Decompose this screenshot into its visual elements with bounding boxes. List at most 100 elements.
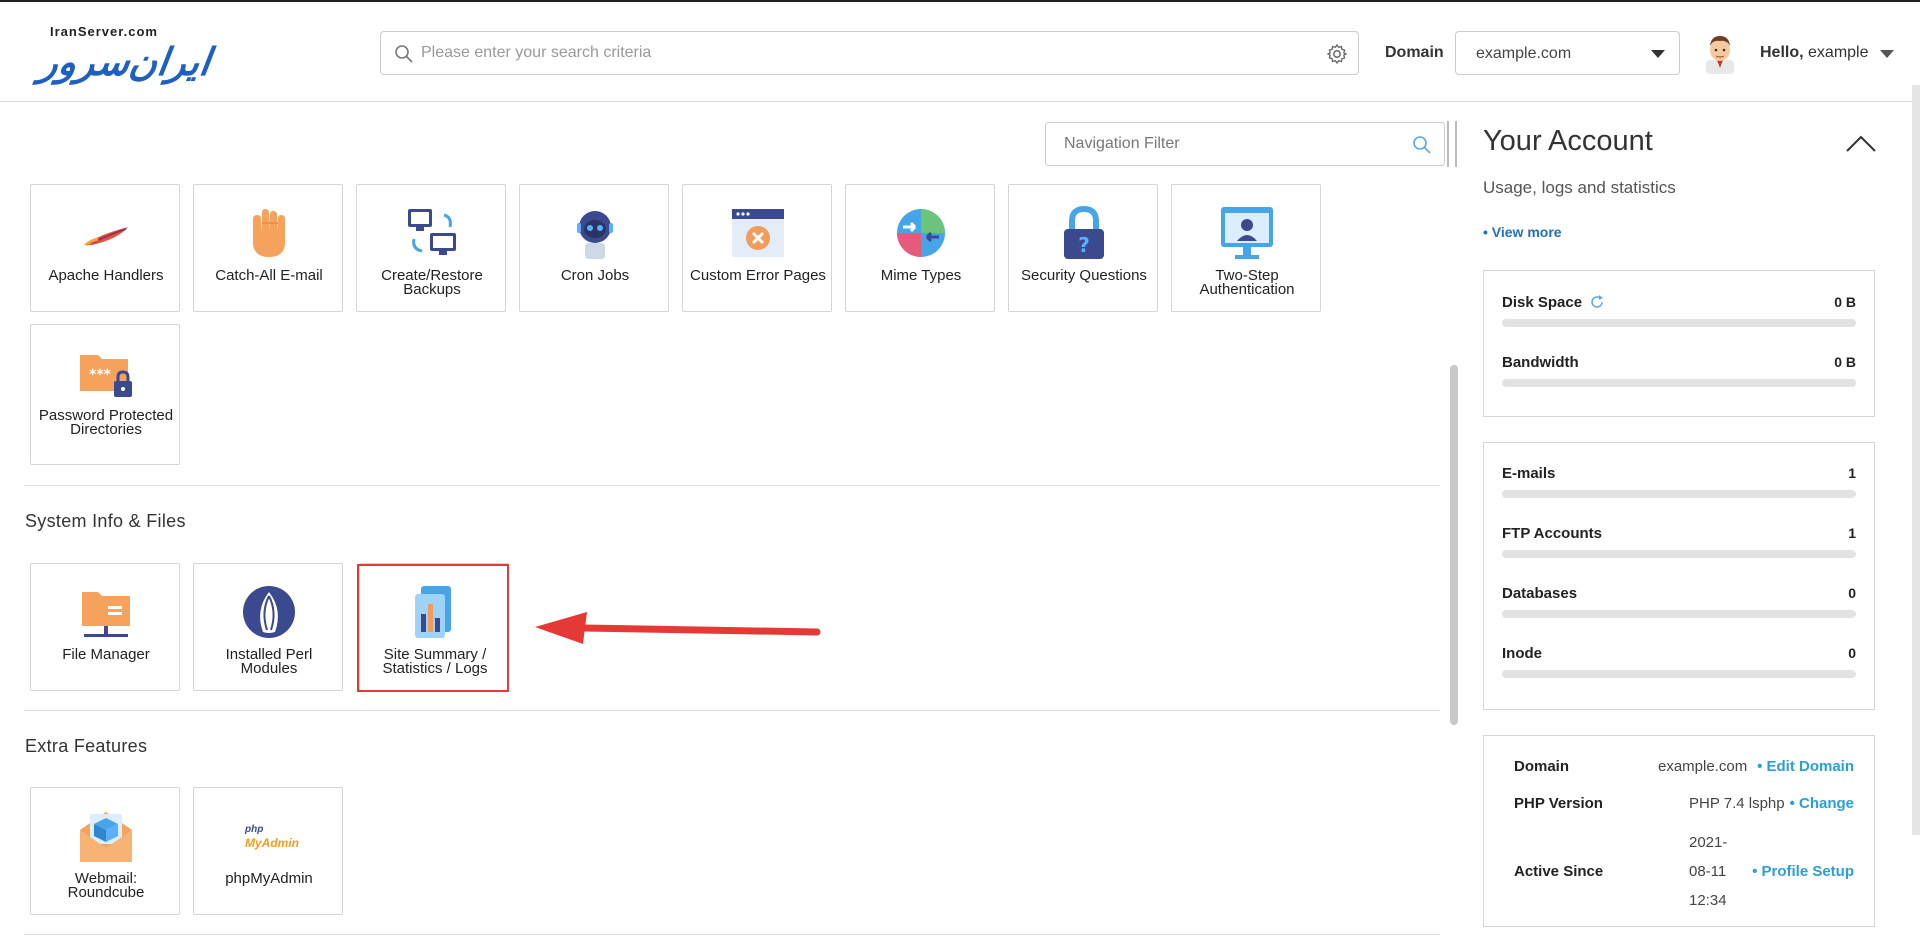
svg-text:***: *** <box>89 367 112 383</box>
main-scrollbar-thumb[interactable] <box>1450 365 1458 725</box>
tile-custom-error-pages[interactable]: Custom Error Pages <box>682 184 832 312</box>
search-input[interactable] <box>421 32 1301 74</box>
tile-label: Apache Handlers <box>48 267 164 284</box>
tile-label: Custom Error Pages <box>690 267 826 284</box>
stat-emails: E-mails 1 <box>1502 465 1856 515</box>
info-key: PHP Version <box>1514 795 1603 812</box>
tile-phpmyadmin[interactable]: php MyAdmin phpMyAdmin <box>193 787 343 915</box>
change-php-link[interactable]: • Change <box>1790 795 1854 812</box>
refresh-icon[interactable] <box>1590 295 1604 309</box>
tile-password-protected-directories[interactable]: *** Password Protected Directories <box>30 324 180 465</box>
hello-prefix: Hello, <box>1760 44 1804 61</box>
stat-value: 0 B <box>1834 354 1856 370</box>
tile-catch-all-email[interactable]: Catch-All E-mail <box>193 184 343 312</box>
navigation-filter-input[interactable] <box>1064 123 1394 165</box>
tile-security-questions[interactable]: ? Security Questions <box>1008 184 1158 312</box>
tile-label: Create/Restore Backups <box>381 267 483 298</box>
tile-two-step-authentication[interactable]: Two-Step Authentication <box>1171 184 1321 312</box>
view-more-link[interactable]: • View more <box>1483 224 1562 240</box>
tile-label: Installed Perl Modules <box>225 646 313 677</box>
info-card: Domain example.com • Edit Domain PHP Ver… <box>1483 735 1875 927</box>
folder-icon <box>82 592 130 637</box>
chevron-up-icon[interactable] <box>1845 133 1877 153</box>
section-divider <box>24 934 1440 935</box>
info-row-php: PHP Version PHP 7.4 lsphp • Change <box>1514 795 1854 819</box>
roundcube-envelope-icon <box>80 812 132 862</box>
svg-text:?: ? <box>1078 233 1090 257</box>
info-key: Active Since <box>1514 863 1604 880</box>
tile-apache-handlers[interactable]: Apache Handlers <box>30 184 180 312</box>
tile-label: Catch-All E-mail <box>215 267 323 284</box>
section-title-system-info: System Info & Files <box>25 511 186 531</box>
phpmyadmin-logo-icon: php MyAdmin <box>241 808 299 864</box>
info-value-date: 2021- <box>1689 834 1728 851</box>
progress-bar <box>1502 670 1856 678</box>
user-menu-chevron-icon[interactable] <box>1880 50 1894 58</box>
info-value: PHP 7.4 lsphp <box>1689 795 1785 812</box>
stat-name: Bandwidth <box>1502 354 1579 371</box>
highlight-box <box>357 564 509 692</box>
search-icon <box>395 45 413 63</box>
page-scrollbar[interactable] <box>1912 85 1920 835</box>
stat-ftp-accounts: FTP Accounts 1 <box>1502 525 1856 575</box>
stat-value: 1 <box>1848 465 1856 481</box>
stat-value: 0 <box>1848 585 1856 601</box>
avatar[interactable] <box>1702 32 1738 74</box>
tile-installed-perl-modules[interactable]: Installed Perl Modules <box>193 563 343 691</box>
info-key: Domain <box>1514 758 1570 775</box>
edit-domain-link[interactable]: • Edit Domain <box>1757 758 1854 775</box>
user-greeting[interactable]: Hello, example <box>1760 44 1869 62</box>
profile-setup-link[interactable]: • Profile Setup <box>1752 863 1854 880</box>
tile-label: Cron Jobs <box>560 267 630 284</box>
stat-value: 1 <box>1848 525 1856 541</box>
panel-resize-handle[interactable] <box>1447 121 1457 167</box>
progress-bar <box>1502 550 1856 558</box>
progress-bar <box>1502 490 1856 498</box>
usage-card: Disk Space 0 B Bandwidth 0 B <box>1483 270 1875 417</box>
tile-label: Password Protected Directories <box>38 407 174 438</box>
account-title: Your Account <box>1483 125 1653 157</box>
locked-folder-icon: *** <box>80 355 132 397</box>
section-title-extra-features: Extra Features <box>25 736 148 756</box>
stat-value: 0 <box>1848 645 1856 661</box>
tile-file-manager[interactable]: File Manager <box>30 563 180 691</box>
stat-name: E-mails <box>1502 465 1556 482</box>
stat-name: Inode <box>1502 645 1542 662</box>
tile-label: Mime Types <box>880 267 962 284</box>
domain-select-value: example.com <box>1476 45 1572 62</box>
stat-inode: Inode 0 <box>1502 645 1856 695</box>
section-divider <box>24 485 1440 486</box>
domain-select[interactable]: example.com <box>1455 31 1680 75</box>
stat-name: FTP Accounts <box>1502 525 1603 542</box>
progress-bar <box>1502 319 1856 327</box>
phpmyadmin-logo-php: php <box>245 824 264 835</box>
progress-bar <box>1502 610 1856 618</box>
tile-label: Security Questions <box>1021 267 1147 284</box>
stat-databases: Databases 0 <box>1502 585 1856 635</box>
tile-create-restore-backups[interactable]: Create/Restore Backups <box>356 184 506 312</box>
info-row-domain: Domain example.com • Edit Domain <box>1514 758 1854 782</box>
error-page-icon <box>732 209 784 257</box>
tile-webmail-roundcube[interactable]: Webmail: Roundcube <box>30 787 180 915</box>
logo[interactable]: IranServer.com ایران‌سرور <box>36 24 250 86</box>
tile-label: File Manager <box>62 646 150 663</box>
stat-bandwidth: Bandwidth 0 B <box>1502 354 1856 404</box>
header: IranServer.com ایران‌سرور Domain example… <box>0 2 1920 102</box>
mime-types-icon <box>897 209 945 257</box>
account-panel: Your Account Usage, logs and statistics … <box>1470 103 1920 942</box>
stat-value: 0 B <box>1834 294 1856 310</box>
username: example <box>1808 44 1869 61</box>
logo-wordmark: ایران‌سرور <box>36 40 214 84</box>
tile-label: Webmail: Roundcube <box>67 870 145 901</box>
info-value: example.com <box>1658 758 1748 775</box>
search-bar <box>380 31 1359 75</box>
tile-label: phpMyAdmin <box>225 870 313 887</box>
padlock-question-icon: ? <box>1064 205 1104 259</box>
navigation-filter <box>1045 122 1445 166</box>
tile-cron-jobs[interactable]: Cron Jobs <box>519 184 669 312</box>
info-value-time: 12:34 <box>1689 892 1727 909</box>
annotation-arrow <box>535 612 821 644</box>
gear-icon[interactable] <box>1326 43 1348 65</box>
monitor-user-icon <box>1221 207 1273 259</box>
tile-mime-types[interactable]: Mime Types <box>845 184 995 312</box>
